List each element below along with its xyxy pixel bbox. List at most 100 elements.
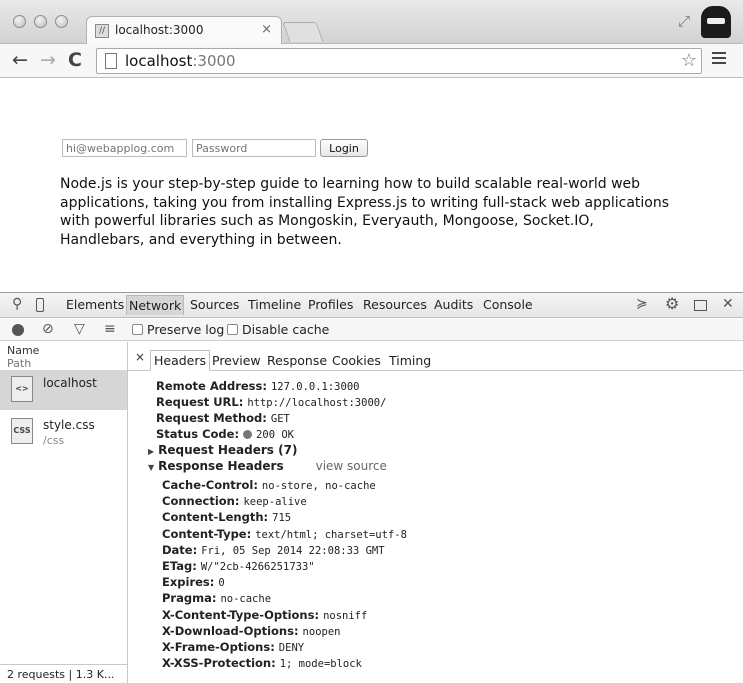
header-key: Cache-Control: xyxy=(162,478,258,492)
request-row[interactable]: CSS style.css /css xyxy=(0,412,127,452)
login-button[interactable]: Login xyxy=(320,139,368,157)
header-row: X-Frame-Options: DENY xyxy=(162,640,304,654)
preserve-log-checkbox[interactable] xyxy=(132,324,143,335)
tab-headers[interactable]: Headers xyxy=(150,350,211,371)
disable-cache-checkbox[interactable] xyxy=(227,324,238,335)
header-value: http://localhost:3000/ xyxy=(247,397,387,409)
tab-profiles[interactable]: Profiles xyxy=(308,297,353,312)
header-key: Connection: xyxy=(162,494,240,509)
section-title: Request Headers (7) xyxy=(158,443,298,457)
record-icon[interactable] xyxy=(12,324,24,336)
header-key: Remote Address: xyxy=(156,379,267,393)
tab-audits[interactable]: Audits xyxy=(434,297,473,312)
header-key: Date: xyxy=(162,542,198,557)
view-source-link[interactable]: view source xyxy=(316,459,387,473)
gear-icon[interactable]: ⚙ xyxy=(665,294,679,313)
tab-cookies[interactable]: Cookies xyxy=(332,353,381,368)
request-headers-toggle[interactable]: ▶ Request Headers (7) xyxy=(148,443,297,457)
header-value: GET xyxy=(270,413,290,425)
minimize-window-button[interactable] xyxy=(34,15,47,28)
devtools-panel: ⚲ Elements Network Sources Timeline Prof… xyxy=(0,292,743,683)
header-row: X-Download-Options: noopen xyxy=(162,624,340,638)
tab-preview[interactable]: Preview xyxy=(212,353,261,368)
browser-toolbar: ← → C localhost:3000 ☆ xyxy=(0,44,743,78)
header-value: no-cache xyxy=(220,593,272,606)
forward-arrow-icon[interactable]: → xyxy=(40,49,56,71)
description-text: Node.js is your step-by-step guide to le… xyxy=(60,176,670,248)
url-text: localhost:3000 xyxy=(125,52,236,70)
tab-title: localhost:3000 xyxy=(115,23,204,37)
header-row: Expires: 0 xyxy=(162,575,225,589)
detail-tab-bar: × Headers Preview Response Cookies Timin… xyxy=(128,348,743,371)
close-window-button[interactable] xyxy=(13,15,26,28)
request-detail: × Headers Preview Response Cookies Timin… xyxy=(128,342,743,683)
tab-timeline[interactable]: Timeline xyxy=(248,297,301,312)
tab-response[interactable]: Response xyxy=(267,353,327,368)
zoom-window-button[interactable] xyxy=(55,15,68,28)
clear-icon[interactable]: ⊘ xyxy=(42,321,54,337)
status-dot-icon xyxy=(243,430,253,439)
header-value: no-store, no-cache xyxy=(261,480,376,492)
header-key: Pragma: xyxy=(162,591,217,606)
response-headers-toggle[interactable]: ▼ Response Headers view source xyxy=(148,459,387,473)
request-list: Name Path <> localhost CSS style.css /cs… xyxy=(0,342,128,683)
menu-icon[interactable] xyxy=(712,52,726,66)
network-summary: 2 requests | 1.3 K... xyxy=(0,664,127,683)
preserve-log-label: Preserve log xyxy=(147,322,225,337)
search-icon[interactable]: ⚲ xyxy=(12,296,22,312)
back-arrow-icon[interactable]: ← xyxy=(12,49,28,71)
tab-close-icon[interactable]: × xyxy=(261,22,272,37)
device-mode-icon[interactable] xyxy=(36,298,44,312)
header-key: X-Download-Options: xyxy=(162,623,299,638)
header-value: DENY xyxy=(278,642,305,654)
tab-timing[interactable]: Timing xyxy=(389,353,431,368)
collapsed-triangle-icon: ▶ xyxy=(148,447,155,456)
header-value: keep-alive xyxy=(243,496,307,509)
list-view-icon[interactable]: ≡ xyxy=(104,321,116,337)
header-key: X-Content-Type-Options: xyxy=(162,607,320,622)
fullscreen-icon[interactable]: ⤢ xyxy=(678,12,690,30)
header-row: Status Code: 200 OK xyxy=(156,427,294,441)
url-host: localhost xyxy=(125,52,193,70)
header-row: X-Content-Type-Options: nosniff xyxy=(162,608,367,622)
header-value: W/"2cb-4266251733" xyxy=(200,561,315,573)
tab-network[interactable]: Network xyxy=(126,295,185,315)
css-file-icon: CSS xyxy=(11,418,33,444)
header-value: Fri, 05 Sep 2014 22:08:33 GMT xyxy=(201,544,385,557)
close-devtools-icon[interactable]: ✕ xyxy=(722,296,734,312)
request-row[interactable]: <> localhost xyxy=(0,370,127,410)
tab-elements[interactable]: Elements xyxy=(66,297,124,312)
new-tab-button[interactable] xyxy=(282,22,324,42)
address-bar[interactable]: localhost:3000 ☆ xyxy=(96,48,702,74)
profile-avatar-icon[interactable] xyxy=(701,6,731,38)
favicon-icon: // xyxy=(95,24,109,38)
network-toolbar: ⊘ ▽ ≡ Preserve log Disable cache xyxy=(0,319,743,341)
tab-sources[interactable]: Sources xyxy=(190,297,239,312)
filter-icon[interactable]: ▽ xyxy=(74,321,85,337)
tab-console[interactable]: Console xyxy=(483,297,533,312)
console-drawer-icon[interactable]: ≽ xyxy=(636,296,648,312)
request-name: localhost xyxy=(43,376,97,390)
dock-side-icon[interactable] xyxy=(694,300,707,311)
expanded-triangle-icon: ▼ xyxy=(148,463,155,472)
email-field[interactable] xyxy=(62,139,187,157)
header-key: Content-Length: xyxy=(162,510,269,525)
header-row: Remote Address: 127.0.0.1:3000 xyxy=(156,379,359,393)
header-row: Pragma: no-cache xyxy=(162,591,271,605)
close-detail-icon[interactable]: × xyxy=(135,350,145,364)
header-row: Content-Type: text/html; charset=utf-8 xyxy=(162,527,407,541)
header-value: 0 xyxy=(218,577,225,590)
disable-cache-label: Disable cache xyxy=(242,322,330,337)
password-field[interactable] xyxy=(192,139,316,157)
browser-tab[interactable]: // localhost:3000 × xyxy=(86,16,282,45)
tab-resources[interactable]: Resources xyxy=(363,297,427,312)
header-value: noopen xyxy=(302,625,341,638)
header-key: Content-Type: xyxy=(162,526,252,541)
column-header: Name Path xyxy=(7,344,39,370)
section-title: Response Headers xyxy=(158,459,284,473)
title-bar: // localhost:3000 × ⤢ xyxy=(0,0,743,45)
reload-icon[interactable]: C xyxy=(68,49,82,71)
header-key: Request URL: xyxy=(156,395,244,409)
header-key: ETag: xyxy=(162,559,197,573)
bookmark-star-icon[interactable]: ☆ xyxy=(681,50,697,71)
